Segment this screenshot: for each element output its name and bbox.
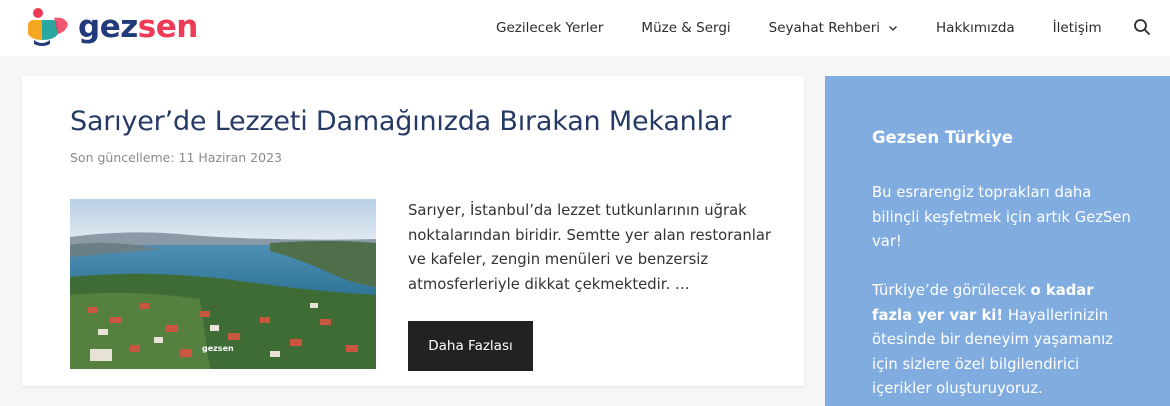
logo-text: gezsen (78, 6, 198, 48)
image-watermark: gezsen (202, 344, 234, 353)
widget-paragraph-1: Bu esrarengiz toprakları daha bilinçli k… (872, 184, 1131, 250)
nav-label: İletişim (1052, 20, 1102, 36)
search-icon[interactable] (1132, 17, 1152, 37)
logo-text-gez: gez (78, 9, 138, 45)
chevron-down-icon (889, 26, 897, 31)
nav-item-gezilecek-yerler[interactable]: Gezilecek Yerler (496, 0, 603, 56)
bosphorus-aerial-image: gezsen (70, 199, 376, 369)
widget-text: Türkiye’de görülecek (872, 282, 1031, 299)
post-excerpt: Sarıyer, İstanbul’da lezzet tutkunlarını… (408, 202, 772, 293)
site-logo[interactable]: gezsen (24, 6, 198, 48)
post-title[interactable]: Sarıyer’de Lezzeti Damağınızda Bırakan M… (70, 106, 731, 137)
nav-label: Seyahat Rehberi (768, 20, 881, 36)
nav-label: Hakkımızda (936, 20, 1015, 36)
widget-paragraph-2: Türkiye’de görülecek o kadar fazla yer v… (872, 279, 1137, 402)
nav-item-muze-sergi[interactable]: Müze & Sergi (641, 0, 730, 56)
read-more-button[interactable]: Daha Fazlası (408, 321, 533, 371)
nav-label: Gezilecek Yerler (496, 20, 604, 36)
main-nav: Gezilecek Yerler Müze & Sergi Seyahat Re… (496, 0, 1102, 56)
sidebar-widget: Gezsen Türkiye Bu esrarengiz toprakları … (825, 76, 1170, 406)
logo-mark-icon (28, 8, 68, 46)
post-thumbnail[interactable]: gezsen (70, 199, 376, 369)
site-header: gezsen Gezilecek Yerler Müze & Sergi Sey… (0, 0, 1170, 56)
widget-title: Gezsen Türkiye (872, 128, 1013, 147)
nav-item-iletisim[interactable]: İletişim (1053, 0, 1102, 56)
nav-label: Müze & Sergi (641, 20, 731, 36)
nav-item-hakkimizda[interactable]: Hakkımızda (936, 0, 1015, 56)
post-date: Son güncelleme: 11 Haziran 2023 (70, 150, 282, 165)
nav-item-seyahat-rehberi[interactable]: Seyahat Rehberi (769, 0, 898, 56)
post-card: Sarıyer’de Lezzeti Damağınızda Bırakan M… (22, 76, 804, 386)
logo-text-sen: sen (137, 9, 199, 45)
